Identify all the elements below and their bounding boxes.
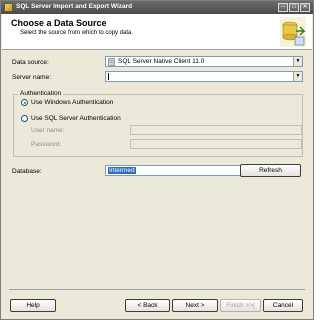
- provider-icon: [108, 58, 115, 66]
- authentication-legend: Authentication: [18, 90, 64, 97]
- title-bar: SQL Server Import and Export Wizard – □ …: [1, 1, 313, 14]
- app-icon: [4, 3, 13, 12]
- windows-auth-radio[interactable]: [21, 99, 28, 106]
- sql-auth-radio[interactable]: [21, 115, 28, 122]
- database-value: Intermed: [108, 167, 136, 174]
- finish-button[interactable]: Finish >>|: [220, 299, 261, 312]
- help-button[interactable]: Help: [10, 299, 56, 312]
- footer-divider: [9, 289, 305, 290]
- data-source-label: Data source:: [12, 59, 49, 66]
- database-label: Database:: [12, 168, 42, 175]
- chevron-down-icon[interactable]: ▼: [293, 57, 302, 66]
- chevron-down-icon[interactable]: ▼: [293, 72, 302, 81]
- server-name-label: Server name:: [12, 74, 52, 81]
- sql-auth-label[interactable]: Use SQL Server Authentication: [31, 115, 121, 122]
- wizard-database-icon: [280, 17, 306, 47]
- page-subtitle: Select the source from which to copy dat…: [20, 30, 134, 36]
- next-button[interactable]: Next >: [172, 299, 218, 312]
- window-title: SQL Server Import and Export Wizard: [16, 3, 133, 10]
- minimize-button[interactable]: –: [278, 3, 288, 12]
- refresh-button[interactable]: Refresh: [240, 164, 301, 177]
- maximize-button[interactable]: □: [289, 3, 299, 12]
- password-input[interactable]: [130, 139, 302, 149]
- cancel-button[interactable]: Cancel: [263, 299, 303, 312]
- windows-auth-label[interactable]: Use Windows Authentication: [31, 99, 113, 106]
- data-source-select[interactable]: SQL Server Native Client 11.0 ▼: [105, 56, 303, 67]
- data-source-value: SQL Server Native Client 11.0: [118, 58, 205, 65]
- server-name-combo[interactable]: ▼: [105, 71, 303, 82]
- back-button[interactable]: < Back: [125, 299, 170, 312]
- close-button[interactable]: ✕: [300, 3, 310, 12]
- text-cursor: [108, 73, 109, 80]
- password-label: Password:: [31, 141, 62, 148]
- page-title: Choose a Data Source: [11, 18, 107, 28]
- username-label: User name:: [31, 127, 65, 134]
- username-input[interactable]: [130, 125, 302, 135]
- wizard-window: SQL Server Import and Export Wizard – □ …: [0, 0, 314, 320]
- page-header: Choose a Data Source Select the source f…: [2, 14, 312, 50]
